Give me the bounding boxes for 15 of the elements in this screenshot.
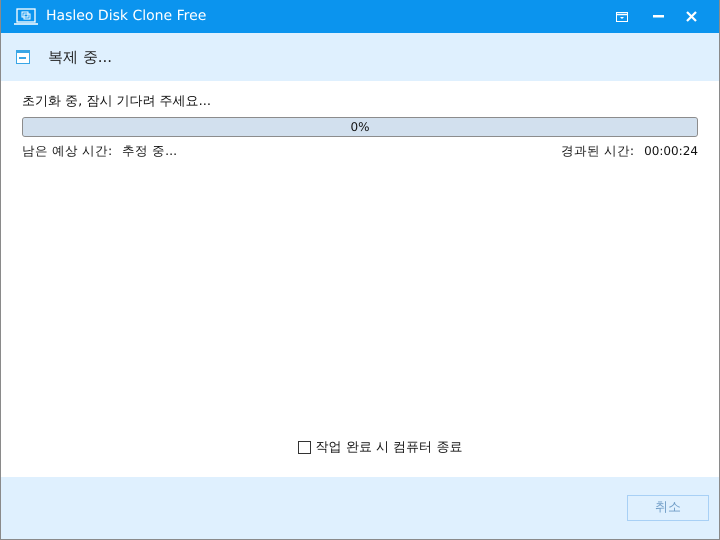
minimize-icon: [652, 15, 664, 18]
progress-text: 0%: [350, 118, 370, 136]
remaining-value: 추정 중...: [122, 142, 178, 160]
elapsed-value: 00:00:24: [644, 142, 698, 160]
status-text: 초기화 중, 잠시 기다려 주세요...: [22, 93, 212, 111]
dropdown-icon: [616, 12, 628, 22]
window-title: Hasleo Disk Clone Free: [46, 7, 206, 26]
laptop-icon: [14, 8, 38, 26]
remaining-label: 남은 예상 시간:: [22, 142, 112, 160]
header-title: 복제 중...: [48, 46, 112, 68]
close-icon: [686, 11, 696, 22]
shutdown-label: 작업 완료 시 컴퓨터 종료: [316, 438, 462, 456]
window-icon: [16, 50, 30, 64]
elapsed-label: 경과된 시간:: [560, 142, 634, 160]
checkbox[interactable]: [298, 440, 311, 454]
